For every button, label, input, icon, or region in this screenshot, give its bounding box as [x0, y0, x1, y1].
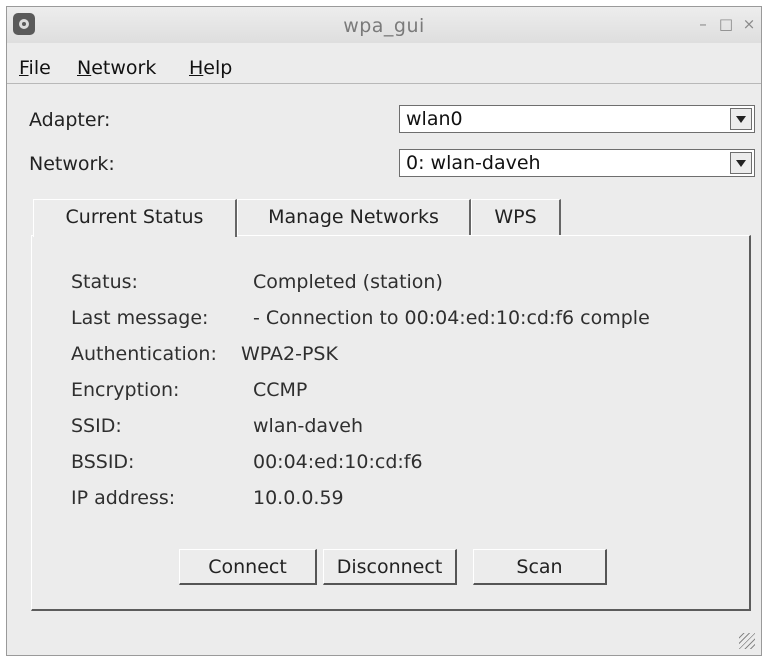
- ip-address-label: IP address:: [71, 487, 176, 509]
- tab-manage-networks[interactable]: Manage Networks: [237, 199, 471, 235]
- disconnect-button[interactable]: Disconnect: [323, 549, 457, 585]
- ip-address-value: 10.0.0.59: [253, 487, 344, 509]
- network-label: Network:: [29, 153, 115, 175]
- title-bar[interactable]: wpa_gui – □ ×: [7, 7, 761, 44]
- resize-grip-icon[interactable]: [739, 633, 755, 649]
- close-icon[interactable]: ×: [741, 15, 757, 33]
- connect-button[interactable]: Connect: [179, 549, 317, 585]
- chevron-down-icon[interactable]: [730, 152, 752, 174]
- ssid-label: SSID:: [71, 415, 122, 437]
- chevron-down-icon[interactable]: [730, 108, 752, 130]
- authentication-label: Authentication:: [71, 343, 217, 365]
- menu-help[interactable]: Help: [189, 57, 232, 79]
- status-label: Status:: [71, 271, 138, 293]
- ssid-value: wlan-daveh: [253, 415, 364, 437]
- bssid-label: BSSID:: [71, 451, 135, 473]
- last-message-value: - Connection to 00:04:ed:10:cd:f6 comple: [253, 307, 650, 329]
- tab-current-status[interactable]: Current Status: [33, 199, 237, 237]
- network-value: 0: wlan-daveh: [406, 152, 541, 174]
- minimize-icon[interactable]: –: [695, 15, 711, 33]
- encryption-label: Encryption:: [71, 379, 180, 401]
- menu-file[interactable]: File: [19, 57, 51, 79]
- wpa-gui-window: wpa_gui – □ × File Network Help Adapter:…: [6, 6, 762, 656]
- menu-network[interactable]: Network: [77, 57, 156, 79]
- menu-bar: File Network Help: [7, 43, 761, 84]
- adapter-label: Adapter:: [29, 109, 111, 131]
- adapter-select[interactable]: wlan0: [399, 105, 755, 133]
- adapter-value: wlan0: [406, 108, 463, 130]
- status-value: Completed (station): [253, 271, 443, 293]
- scan-button[interactable]: Scan: [473, 549, 607, 585]
- network-select[interactable]: 0: wlan-daveh: [399, 149, 755, 177]
- encryption-value: CCMP: [253, 379, 308, 401]
- authentication-value: WPA2-PSK: [241, 343, 338, 365]
- tab-wps[interactable]: WPS: [471, 199, 561, 235]
- last-message-label: Last message:: [71, 307, 209, 329]
- bssid-value: 00:04:ed:10:cd:f6: [253, 451, 423, 473]
- maximize-icon[interactable]: □: [718, 15, 734, 33]
- window-title: wpa_gui: [343, 15, 425, 37]
